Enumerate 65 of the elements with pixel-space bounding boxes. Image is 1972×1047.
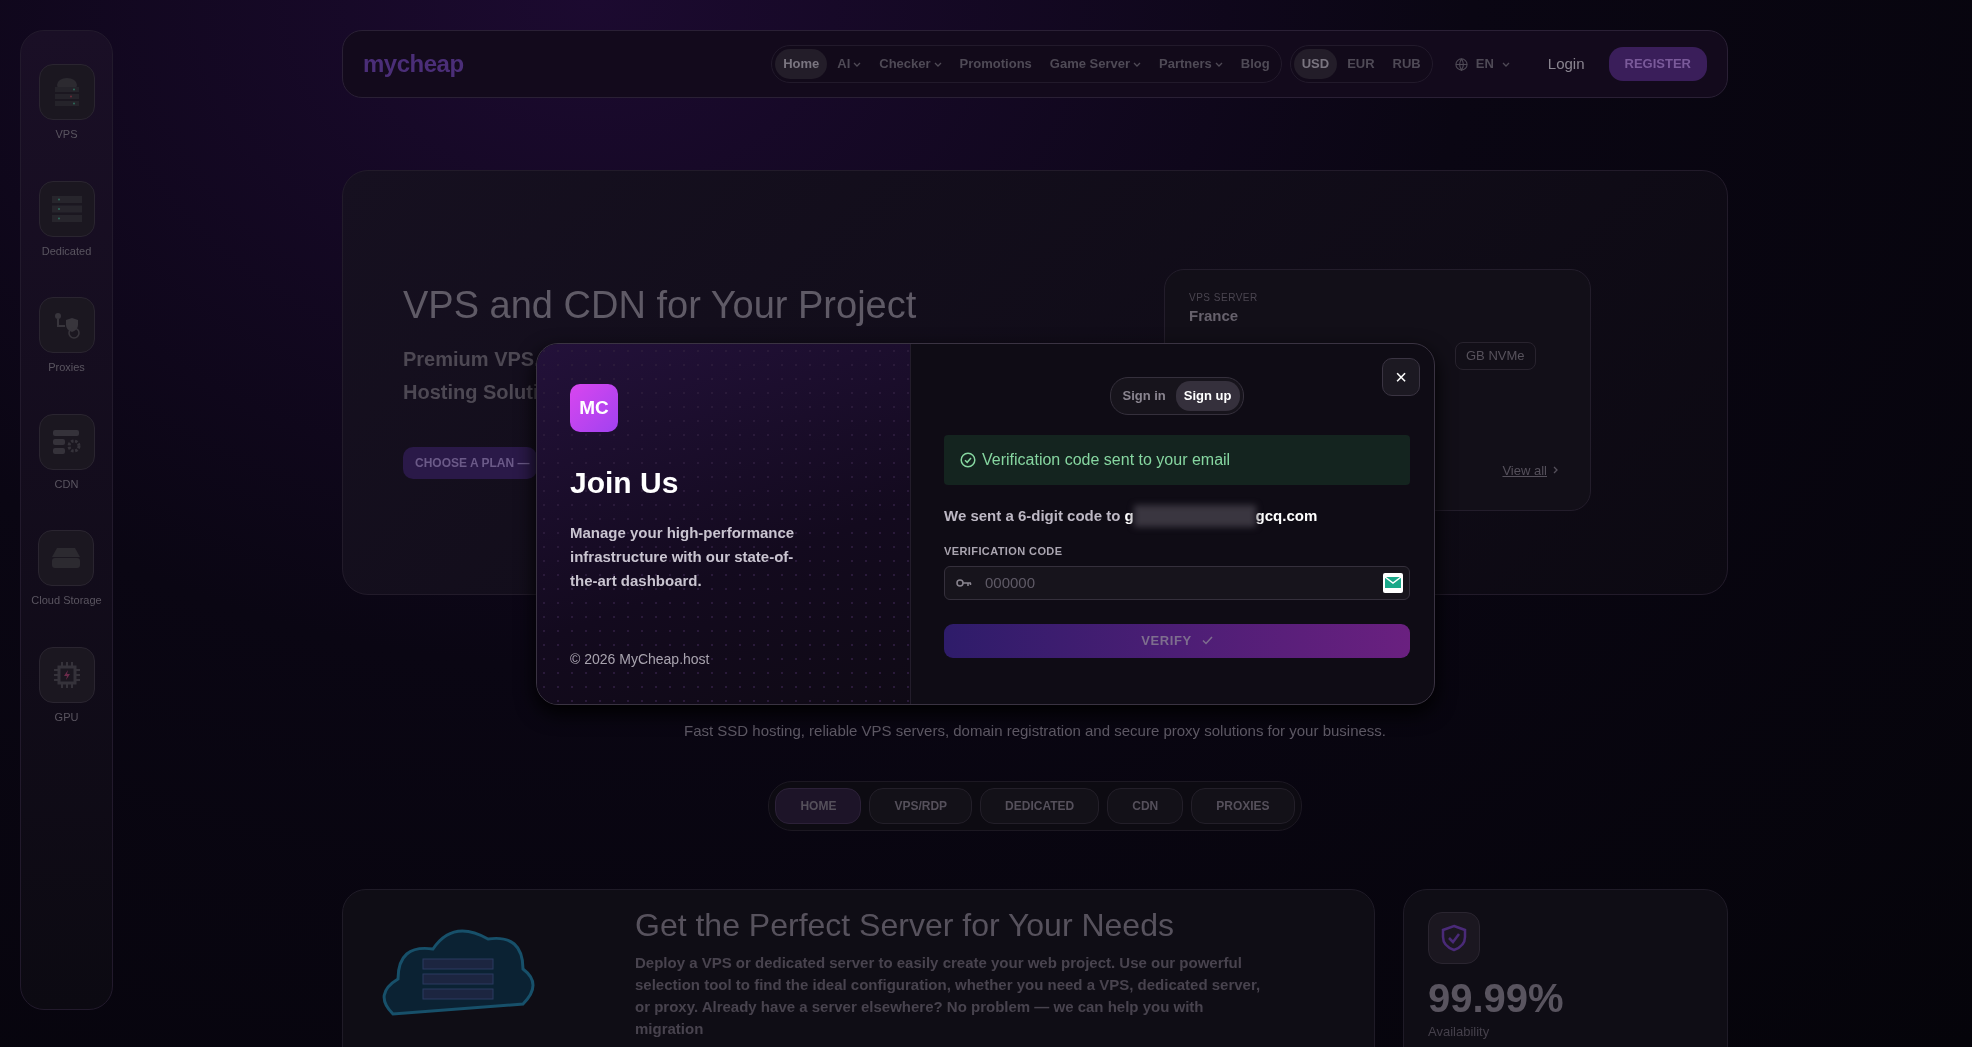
email-start: g — [1124, 505, 1134, 526]
feature-text: Deploy a VPS or dedicated server to easily create your web project. Use our powerful selection tool to find the ideal configuration, whether you need a VPS, dedicated server, or proxy. Already have a server elsewhere? No problem — we can help you with migration — [635, 952, 1262, 1039]
shield-check-icon — [1428, 911, 1480, 964]
auth-tab[interactable]: Sign in — [1114, 381, 1174, 411]
check-circle-icon — [960, 451, 976, 468]
login-link[interactable]: Login — [1539, 47, 1593, 81]
sidebar-label: GPU — [54, 709, 79, 725]
logo[interactable]: mycheap — [363, 46, 464, 82]
nav-link[interactable]: Checker — [871, 49, 950, 79]
currency-option[interactable]: USD — [1293, 49, 1338, 79]
cloud-server-icon[interactable] — [38, 64, 95, 120]
sidebar-label: Cloud Storage — [31, 593, 102, 608]
key-icon — [956, 577, 972, 588]
checkmark-icon — [1201, 636, 1213, 645]
currency-option[interactable]: EUR — [1339, 49, 1383, 79]
nav-link[interactable]: Game Server — [1041, 49, 1150, 79]
server-location: France — [1189, 306, 1240, 326]
section-tab[interactable]: VPS/RDP — [869, 787, 973, 824]
server-rack-icon[interactable] — [38, 180, 95, 237]
nav-link[interactable]: AI — [829, 49, 870, 79]
chevron-right-icon — [1553, 466, 1558, 475]
tagline: Fast SSD hosting, reliable VPS servers, domain registration and secure proxy solutions for your business. — [683, 721, 1387, 741]
close-button[interactable]: × — [1382, 358, 1420, 396]
nav-link[interactable]: Partners — [1151, 49, 1231, 79]
section-tab[interactable]: CDN — [1107, 787, 1184, 824]
chevron-down-icon — [1501, 61, 1510, 67]
chip-icon[interactable] — [38, 646, 95, 703]
nav-link[interactable]: Promotions — [951, 49, 1040, 79]
language-selector[interactable]: EN — [1440, 49, 1524, 79]
sidebar-label: CDN — [54, 476, 79, 492]
email-end: gcq.com — [1255, 505, 1318, 526]
nav-link[interactable]: Blog — [1232, 49, 1278, 79]
hero-subtitle: Premium VPS, — [403, 346, 540, 372]
modal-description: Manage your high-performance infrastructure with our state-of-the-art dashboard. — [570, 523, 796, 591]
card-eyebrow: VPS SERVER — [1189, 291, 1259, 305]
register-button[interactable]: REGISTER — [1608, 47, 1707, 81]
nav-link[interactable]: Home — [775, 49, 828, 79]
storage-drive-icon[interactable] — [38, 530, 95, 586]
sidebar-label: VPS — [55, 127, 78, 142]
field-label: VERIFICATION CODE — [944, 544, 1064, 559]
server-gear-icon[interactable] — [38, 413, 95, 470]
brand-logo: MC — [570, 384, 618, 432]
hero-subtitle: Hosting Soluti — [403, 379, 539, 405]
auth-tab[interactable]: Sign up — [1175, 381, 1240, 411]
globe-icon — [1454, 57, 1468, 71]
spec-chip: GB NVMe — [1455, 342, 1536, 370]
modal-title: Join Us — [570, 465, 680, 501]
code-input-field[interactable]: 000000 — [944, 565, 1410, 600]
section-tab[interactable]: DEDICATED — [980, 787, 1100, 824]
alert-text: Verification code sent to your email — [982, 449, 1231, 470]
section-tab[interactable]: PROXIES — [1191, 787, 1295, 824]
section-tab[interactable]: HOME — [775, 787, 862, 824]
mail-icon — [1383, 572, 1403, 593]
copyright-text: © 2026 MyCheap.host — [570, 650, 711, 669]
currency-option[interactable]: RUB — [1384, 49, 1429, 79]
view-all-link[interactable]: View all — [1502, 460, 1558, 480]
hero-title: VPS and CDN for Your Project — [403, 283, 917, 328]
network-shield-icon[interactable] — [38, 297, 95, 353]
feature-title: Get the Perfect Server for Your Needs — [635, 905, 1175, 944]
choose-plan-button[interactable]: CHOOSE A PLAN — — [403, 446, 538, 479]
sent-text: We sent a 6-digit code to — [944, 505, 1121, 526]
verify-button[interactable]: VERIFY — [944, 623, 1410, 658]
sidebar-label: Dedicated — [41, 243, 92, 259]
stat-value: 99.99% — [1428, 977, 1565, 1018]
sidebar-label: Proxies — [48, 360, 85, 375]
